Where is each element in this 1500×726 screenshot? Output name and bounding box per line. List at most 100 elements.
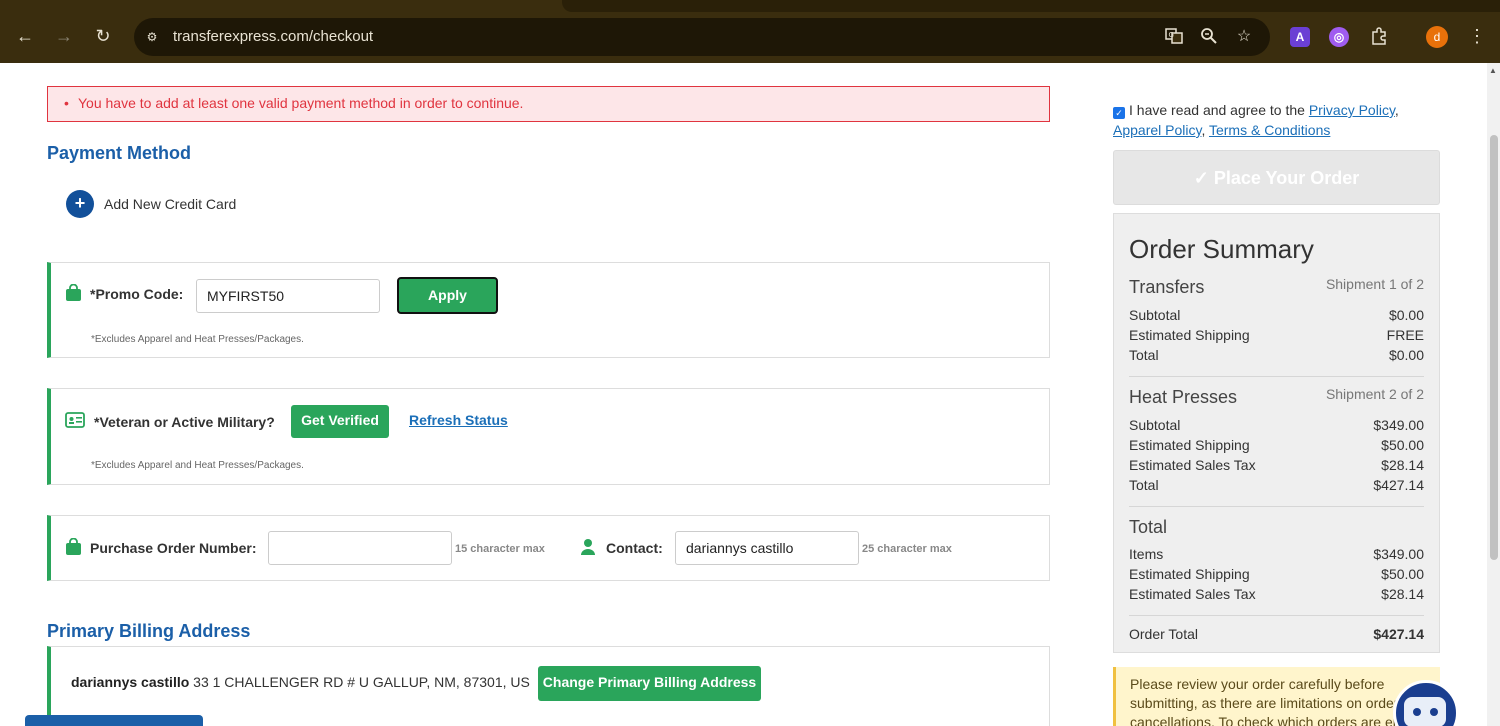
- reload-icon[interactable]: ↻: [92, 25, 114, 47]
- bot-eye-icon: [1413, 708, 1421, 716]
- order-summary-panel: Order Summary Transfers Shipment 1 of 2 …: [1113, 213, 1440, 653]
- total-heading: Total: [1129, 517, 1168, 537]
- summary-row: Items $349.00: [1129, 544, 1424, 564]
- refresh-status-link[interactable]: Refresh Status: [409, 412, 508, 428]
- summary-row: Subtotal $0.00: [1129, 305, 1424, 325]
- apply-promo-button[interactable]: Apply: [397, 277, 498, 314]
- privacy-policy-link[interactable]: Privacy Policy: [1309, 102, 1395, 118]
- order-summary-title: Order Summary: [1129, 234, 1314, 264]
- agree-separator-2: ,: [1201, 122, 1209, 138]
- browser-menu-icon[interactable]: ⋮: [1466, 25, 1488, 47]
- heat-presses-shipment: Shipment 2 of 2: [1325, 386, 1424, 402]
- summary-divider: [1129, 506, 1424, 507]
- change-billing-address-button[interactable]: Change Primary Billing Address: [538, 666, 761, 701]
- row-label: Items: [1129, 546, 1164, 562]
- forward-icon[interactable]: →: [53, 25, 75, 47]
- row-value: $0.00: [1388, 347, 1424, 363]
- chat-tab-button[interactable]: [25, 715, 203, 726]
- bot-face-icon[interactable]: [1404, 697, 1446, 726]
- terms-agreement: ✓ I have read and agree to the Privacy Po…: [1113, 100, 1433, 140]
- row-value: $50.00: [1381, 566, 1424, 582]
- order-total-value: $427.14: [1373, 626, 1424, 642]
- place-order-button[interactable]: ✓ Place Your Order: [1113, 150, 1440, 205]
- purchase-order-label: Purchase Order Number:: [90, 540, 257, 556]
- translate-icon[interactable]: G: [1164, 27, 1184, 47]
- row-value: $28.14: [1381, 457, 1424, 473]
- row-label: Total: [1129, 347, 1159, 363]
- row-label: Estimated Shipping: [1129, 437, 1250, 453]
- inactive-tab[interactable]: [562, 0, 1500, 12]
- scroll-up-arrow-icon[interactable]: ▲: [1489, 66, 1497, 75]
- active-tab[interactable]: [38, 0, 558, 12]
- promo-code-label: *Promo Code:: [90, 286, 184, 302]
- contact-label: Contact:: [606, 540, 663, 556]
- extension-a-icon[interactable]: A: [1290, 27, 1310, 47]
- summary-row: Estimated Shipping $50.00: [1129, 435, 1424, 455]
- add-credit-card-button[interactable]: + Add New Credit Card: [66, 190, 236, 218]
- terms-conditions-link[interactable]: Terms & Conditions: [1209, 122, 1330, 138]
- shopping-bag-icon: [65, 537, 82, 561]
- row-label: Estimated Shipping: [1129, 327, 1250, 343]
- add-credit-card-label[interactable]: Add New Credit Card: [104, 196, 236, 212]
- agree-checkbox[interactable]: ✓: [1113, 107, 1125, 119]
- row-label: Estimated Shipping: [1129, 566, 1250, 582]
- add-circle-icon[interactable]: +: [66, 190, 94, 218]
- summary-row: Estimated Shipping FREE: [1129, 325, 1424, 345]
- heat-presses-heading: Heat Presses: [1129, 387, 1238, 407]
- promo-code-input[interactable]: MYFIRST50: [196, 279, 380, 313]
- transfers-shipment: Shipment 1 of 2: [1325, 276, 1424, 292]
- transfers-heading: Transfers: [1129, 277, 1205, 297]
- billing-name: dariannys castillo: [71, 674, 190, 690]
- row-value: $28.14: [1381, 586, 1424, 602]
- shopping-bag-icon: [65, 283, 82, 307]
- site-info-icon[interactable]: ⚙: [142, 27, 162, 47]
- summary-row: Estimated Sales Tax $28.14: [1129, 455, 1424, 475]
- alert-bullet: •: [64, 95, 69, 111]
- contact-max-note: 25 character max: [862, 543, 952, 555]
- extension-purple-icon[interactable]: ◎: [1329, 27, 1349, 47]
- row-label: Subtotal: [1129, 417, 1181, 433]
- payment-method-title: Payment Method: [47, 143, 192, 163]
- summary-row: Total $0.00: [1129, 345, 1424, 365]
- zoom-icon[interactable]: [1199, 27, 1219, 47]
- order-review-notice: Please review your order carefully befor…: [1113, 667, 1440, 726]
- profile-avatar[interactable]: d: [1426, 26, 1448, 48]
- order-total-row: Order Total $427.14: [1129, 624, 1424, 644]
- row-value: $427.14: [1373, 477, 1424, 493]
- contact-input[interactable]: dariannys castillo: [675, 531, 859, 565]
- billing-address-line: 33 1 CHALLENGER RD # U GALLUP, NM, 87301…: [189, 674, 530, 690]
- row-value: FREE: [1386, 327, 1424, 343]
- billing-address-text: dariannys castillo 33 1 CHALLENGER RD # …: [71, 674, 530, 690]
- row-value: $50.00: [1381, 437, 1424, 453]
- summary-row: Estimated Sales Tax $28.14: [1129, 584, 1424, 604]
- purchase-order-max-note: 15 character max: [455, 543, 545, 555]
- scrollbar-thumb[interactable]: [1490, 135, 1498, 560]
- summary-divider: [1129, 376, 1424, 377]
- billing-address-title: Primary Billing Address: [47, 621, 251, 641]
- bot-eye-icon: [1430, 708, 1438, 716]
- row-label: Estimated Sales Tax: [1129, 586, 1256, 602]
- row-value: $349.00: [1373, 417, 1424, 433]
- get-verified-button[interactable]: Get Verified: [291, 405, 389, 438]
- row-label: Total: [1129, 477, 1159, 493]
- order-total-label: Order Total: [1129, 626, 1198, 642]
- summary-divider: [1129, 615, 1424, 616]
- row-label: Estimated Sales Tax: [1129, 457, 1256, 473]
- purchase-order-input[interactable]: [268, 531, 452, 565]
- veteran-label: *Veteran or Active Military?: [94, 414, 275, 430]
- alert-message: You have to add at least one valid payme…: [78, 95, 524, 111]
- row-label: Subtotal: [1129, 307, 1181, 323]
- person-icon: [580, 538, 596, 561]
- promo-note: *Excludes Apparel and Heat Presses/Packa…: [91, 334, 304, 345]
- bookmark-star-icon[interactable]: ☆: [1234, 27, 1254, 47]
- veteran-note: *Excludes Apparel and Heat Presses/Packa…: [91, 460, 304, 471]
- apparel-policy-link[interactable]: Apparel Policy: [1113, 122, 1201, 138]
- extensions-puzzle-icon[interactable]: [1369, 27, 1389, 47]
- id-card-icon: [65, 412, 85, 433]
- summary-row: Total $427.14: [1129, 475, 1424, 495]
- payment-error-alert: • You have to add at least one valid pay…: [47, 86, 1050, 122]
- svg-text:G: G: [1169, 31, 1174, 39]
- url-text[interactable]: transferexpress.com/checkout: [173, 28, 373, 45]
- row-value: $0.00: [1388, 307, 1424, 323]
- back-icon[interactable]: ←: [14, 25, 36, 47]
